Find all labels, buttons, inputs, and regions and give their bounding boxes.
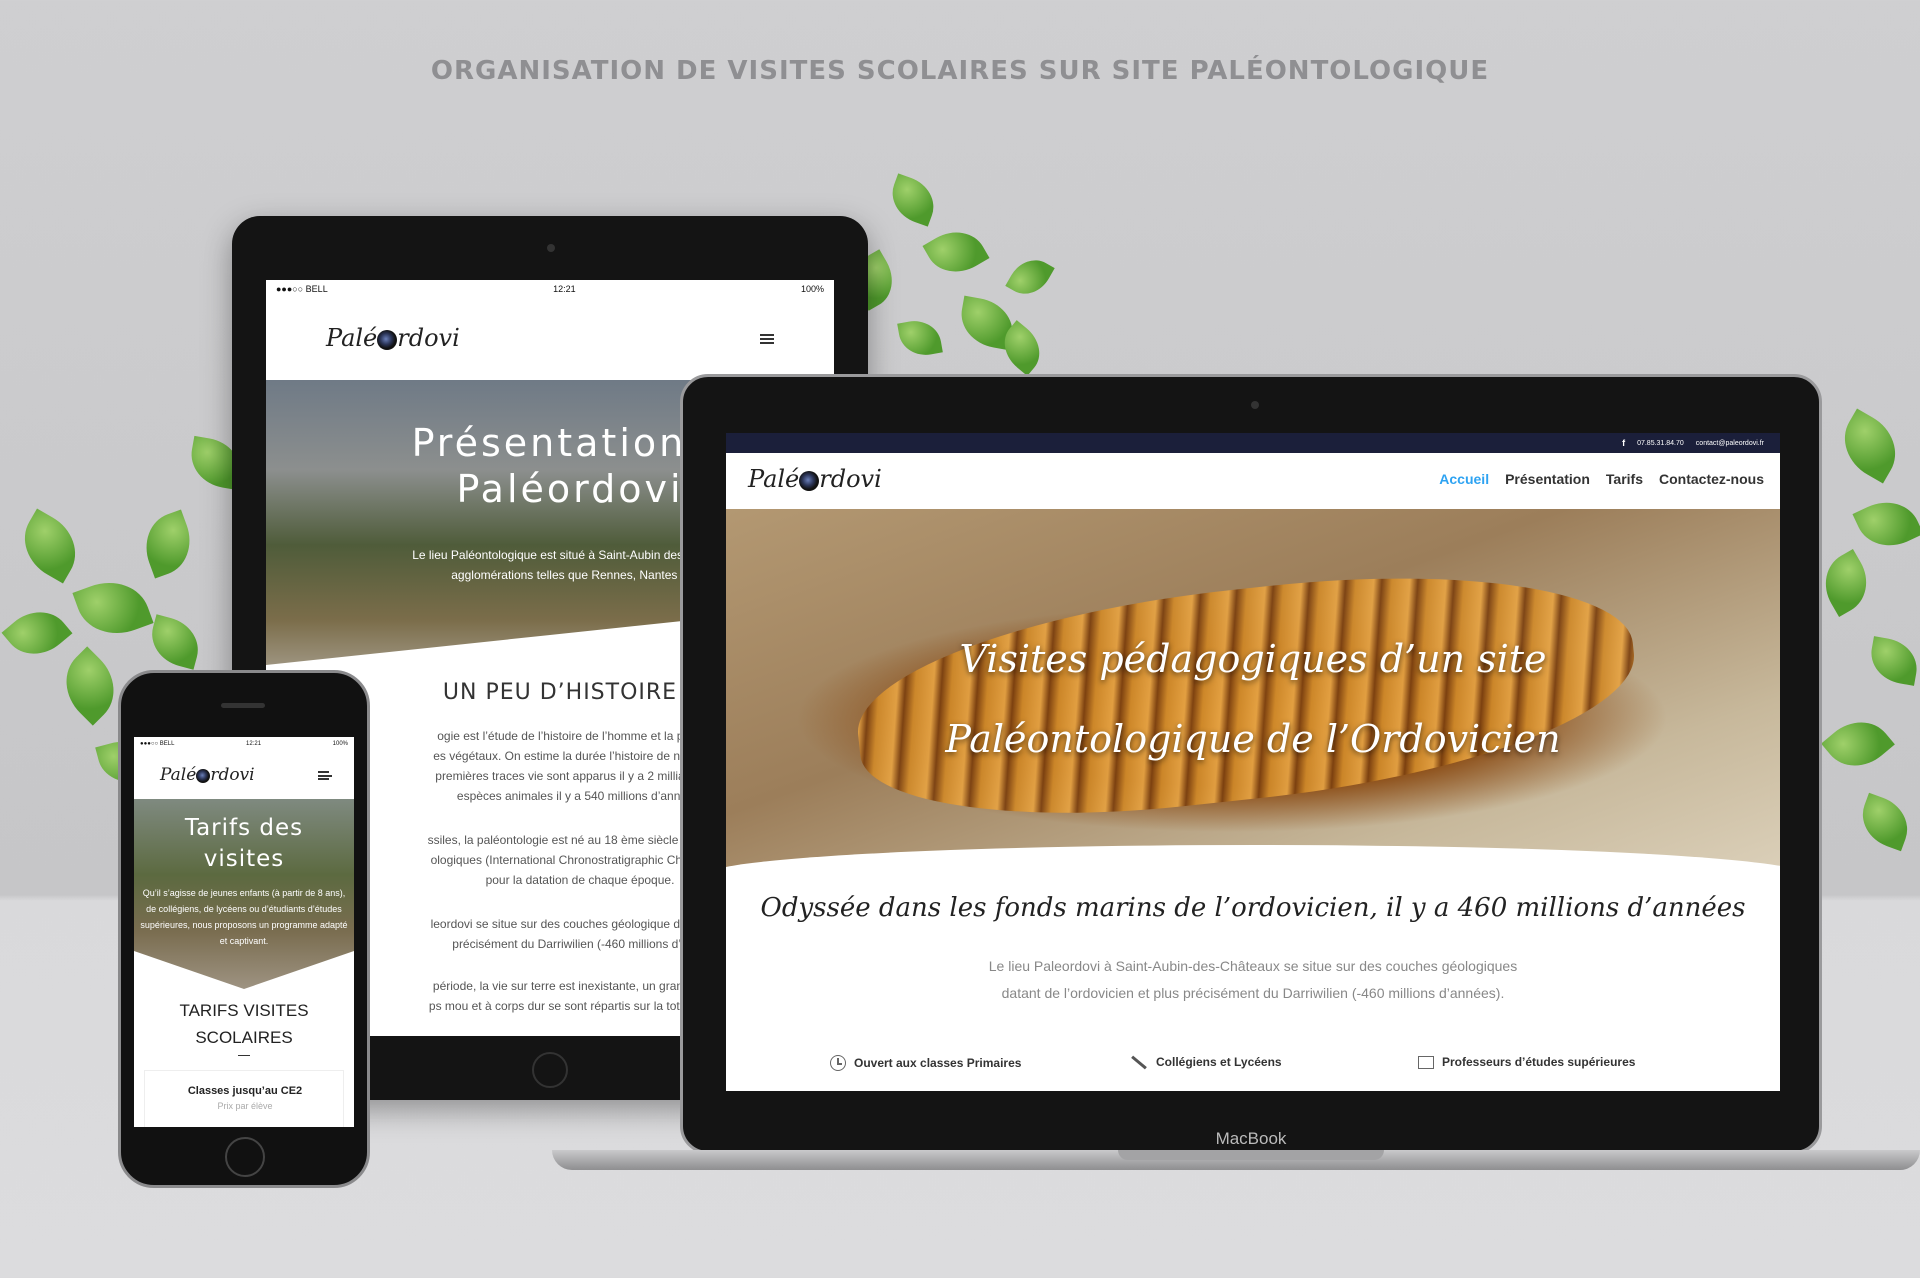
laptop-brand-label: MacBook (1215, 1129, 1287, 1148)
phone-hero: Tarifs des visites Qu’il s’agisse de jeu… (134, 799, 354, 989)
battery-label: 100% (800, 284, 824, 294)
phone-hero-title: Tarifs des visites (134, 813, 354, 875)
presentation-icon (1418, 1055, 1434, 1069)
phone-section-title: TARIFS VISITES SCOLAIRES (134, 997, 354, 1051)
phone-number[interactable]: 07.85.31.84.70 (1637, 440, 1684, 447)
banner-title: ORGANISATION DE VISITES SCOLAIRES SUR SI… (430, 56, 1490, 86)
phone-screen: ●●●○○ BELL 12:21 100% Palé rdovi Tarifs d… (134, 737, 354, 1127)
hero-title-line: visites (203, 846, 285, 872)
pricing-card-title: Classes jusqu’au CE2 (187, 1085, 303, 1097)
pricing-card-subtitle: Prix par élève (217, 1101, 273, 1111)
main-navigation: Palé rdovi Accueil Présentation Tarifs Co… (726, 453, 1780, 509)
phone-home-button[interactable] (225, 1137, 265, 1177)
feature-label: Professeurs d’études supérieures (1442, 1055, 1636, 1069)
nav-item-presentation[interactable]: Présentation (1505, 471, 1590, 487)
battery-label: 100% (332, 741, 348, 747)
feature-colleges: Collégiens et Lycéens (1130, 1055, 1282, 1069)
tablet-home-button[interactable] (532, 1052, 568, 1088)
logo-emblem-icon (799, 470, 820, 491)
logo-emblem-icon (377, 329, 398, 350)
clock-label: 12:21 (553, 284, 576, 294)
clock-label: 12:21 (246, 741, 262, 747)
nav-item-contact[interactable]: Contactez-nous (1659, 471, 1764, 487)
contact-email[interactable]: contact@paleordovi.fr (1696, 440, 1764, 447)
phone-speaker (221, 703, 265, 708)
pencil-icon (1131, 1055, 1147, 1069)
nav-item-tarifs[interactable]: Tarifs (1606, 471, 1643, 487)
section-title-line: SCOLAIRES (195, 1028, 293, 1047)
contact-topbar: f 07.85.31.84.70 contact@paleordovi.fr (726, 433, 1780, 453)
laptop-screen: f 07.85.31.84.70 contact@paleordovi.fr P… (726, 433, 1780, 1091)
site-logo[interactable]: Palé rdovi (326, 324, 460, 352)
phone-device: ●●●○○ BELL 12:21 100% Palé rdovi Tarifs d… (118, 670, 370, 1188)
phone-header: Palé rdovi (134, 751, 354, 799)
feature-primaires: Ouvert aux classes Primaires (830, 1055, 1021, 1071)
logo-text-part2: rdovi (210, 765, 255, 785)
logo-text-part2: rdovi (819, 465, 882, 493)
laptop-base-notch (1118, 1150, 1384, 1160)
nav-menu: Accueil Présentation Tarifs Contactez-no… (1439, 471, 1764, 487)
hero-banner: Visites pédagogiques d’un site Paléontol… (726, 509, 1780, 889)
logo-emblem-icon (196, 768, 211, 783)
laptop-device: f 07.85.31.84.70 contact@paleordovi.fr P… (680, 374, 1822, 1154)
logo-text-part1: Palé (326, 324, 378, 352)
site-logo[interactable]: Palé rdovi (748, 465, 882, 493)
site-logo[interactable]: Palé rdovi (160, 765, 255, 785)
clock-icon (830, 1055, 846, 1071)
carrier-label: ●●●○○ BELL (140, 741, 175, 747)
hamburger-icon[interactable] (760, 334, 774, 344)
section-divider (238, 1055, 250, 1056)
facebook-icon[interactable]: f (1622, 438, 1625, 448)
feature-label: Collégiens et Lycéens (1156, 1055, 1282, 1069)
carrier-label: ●●●○○ BELL (276, 284, 328, 294)
section-title-line: TARIFS VISITES (179, 1001, 309, 1020)
logo-text-part1: Palé (748, 465, 800, 493)
hamburger-icon[interactable] (318, 771, 332, 780)
hero-title-line: Tarifs des (184, 815, 304, 841)
intro-paragraph: Le lieu Paleordovi à Saint-Aubin-des-Châ… (988, 958, 1518, 1001)
logo-text-part2: rdovi (397, 324, 460, 352)
phone-status-bar: ●●●○○ BELL 12:21 100% (134, 737, 354, 751)
tablet-status-bar: ●●●○○ BELL 12:21 100% (266, 280, 834, 298)
phone-hero-text: Qu’il s’agisse de jeunes enfants (à part… (140, 888, 348, 946)
page-subtitle: Odyssée dans les fonds marins de l’ordov… (760, 893, 1746, 923)
pricing-card[interactable]: Classes jusqu’au CE2 Prix par élève (144, 1070, 344, 1127)
feature-label: Ouvert aux classes Primaires (854, 1056, 1022, 1070)
hero-title: Visites pédagogiques d’un site Paléontol… (945, 637, 1561, 761)
tablet-header: Palé rdovi (266, 298, 834, 380)
feature-professeurs: Professeurs d’études supérieures (1418, 1055, 1635, 1069)
laptop-camera (1251, 401, 1259, 409)
nav-item-accueil[interactable]: Accueil (1439, 471, 1489, 487)
tablet-camera (547, 244, 555, 252)
logo-text-part1: Palé (160, 765, 197, 785)
